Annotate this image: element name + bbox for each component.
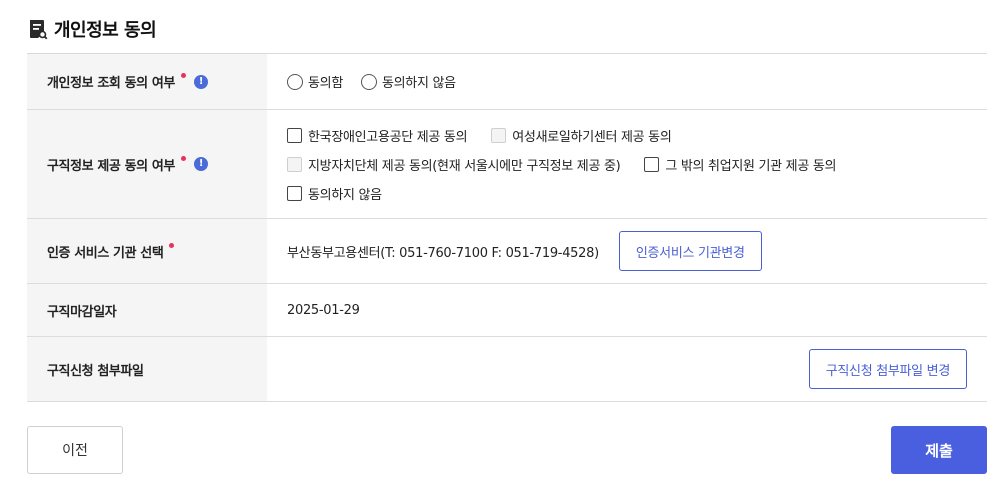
checkbox-disabled	[287, 156, 302, 172]
required-indicator	[169, 242, 175, 248]
row-attachment: 구직신청 첨부파일 구직신청 첨부파일 변경	[27, 337, 987, 402]
certification-agency-value: 부산동부고용센터(T: 051-760-7100 F: 051-719-4528…	[287, 245, 599, 261]
row-header: 인증 서비스 기관 선택	[27, 219, 267, 283]
document-search-icon	[28, 18, 48, 40]
required-indicator	[180, 73, 186, 78]
required-indicator	[180, 155, 186, 161]
radio-option-agree[interactable]: 동의함	[287, 72, 343, 91]
row-header: 구직마감일자	[27, 284, 267, 336]
checkbox[interactable]	[644, 156, 660, 172]
info-icon[interactable]: !	[193, 157, 208, 171]
row-inquiry-consent: 개인정보 조회 동의 여부 ! 동의함 동의하지 않음	[27, 54, 987, 110]
prev-button[interactable]: 이전	[27, 426, 123, 474]
radio-option-disagree[interactable]: 동의하지 않음	[360, 72, 456, 91]
checkbox-label: 지방자치단체 제공 동의(현재 서울시에만 구직정보 제공 중)	[308, 158, 621, 174]
checkbox-option-disagree[interactable]: 동의하지 않음	[287, 184, 382, 203]
row-content: 부산동부고용센터(T: 051-760-7100 F: 051-719-4528…	[267, 219, 987, 283]
info-icon[interactable]: !	[193, 74, 208, 89]
row-deadline: 구직마감일자 2025-01-29	[27, 284, 987, 337]
checkbox-option-women-center: 여성새로일하기센터 제공 동의	[491, 126, 672, 145]
row-content: 동의함 동의하지 않음	[267, 54, 987, 109]
checkbox-option-disabled-agency[interactable]: 한국장애인고용공단 제공 동의	[287, 126, 468, 145]
row-header: 구직신청 첨부파일	[27, 337, 267, 401]
row-provide-consent: 구직정보 제공 동의 여부 ! 한국장애인고용공단 제공 동의 여성새로일하기센…	[27, 110, 987, 219]
change-certification-agency-button[interactable]: 인증서비스 기관변경	[618, 231, 762, 271]
radio-label: 동의함	[308, 76, 343, 91]
radio-button[interactable]	[360, 73, 377, 90]
row-label: 구직정보 제공 동의 여부	[47, 158, 175, 174]
checkbox-label: 한국장애인고용공단 제공 동의	[308, 129, 468, 145]
row-label: 구직마감일자	[47, 304, 117, 320]
section-header: 개인정보 동의	[28, 16, 157, 42]
row-label: 인증 서비스 기관 선택	[47, 245, 164, 261]
checkbox-label: 동의하지 않음	[308, 187, 382, 203]
section-title: 개인정보 동의	[54, 20, 157, 41]
checkbox-disabled	[491, 127, 507, 143]
checkbox[interactable]	[287, 185, 302, 201]
row-label: 구직신청 첨부파일	[47, 363, 144, 379]
provide-checkbox-group: 한국장애인고용공단 제공 동의 여성새로일하기센터 제공 동의 지방자치단체 제…	[287, 109, 836, 220]
deadline-value: 2025-01-29	[287, 302, 360, 318]
checkbox-label: 여성새로일하기센터 제공 동의	[512, 129, 672, 145]
row-content: 2025-01-29	[267, 284, 987, 336]
checkbox-option-local-government: 지방자치단체 제공 동의(현재 서울시에만 구직정보 제공 중)	[287, 155, 621, 174]
row-header: 개인정보 조회 동의 여부 !	[27, 54, 267, 109]
row-content: 구직신청 첨부파일 변경	[267, 337, 987, 401]
change-attachment-button[interactable]: 구직신청 첨부파일 변경	[808, 349, 967, 389]
radio-label: 동의하지 않음	[381, 76, 456, 91]
row-label: 개인정보 조회 동의 여부	[47, 76, 175, 91]
checkbox-line: 한국장애인고용공단 제공 동의 여성새로일하기센터 제공 동의	[287, 126, 836, 145]
consent-form-table: 개인정보 조회 동의 여부 ! 동의함 동의하지 않음 구직정보 제공 동의 여…	[27, 53, 987, 402]
checkbox-label: 그 밖의 취업지원 기관 제공 동의	[665, 158, 837, 174]
checkbox-line: 동의하지 않음	[287, 184, 836, 203]
row-header: 구직정보 제공 동의 여부 !	[27, 110, 267, 218]
inquiry-radio-group: 동의함 동의하지 않음	[287, 72, 456, 91]
checkbox-line: 지방자치단체 제공 동의(현재 서울시에만 구직정보 제공 중) 그 밖의 취업…	[287, 155, 836, 174]
checkbox[interactable]	[287, 127, 302, 143]
radio-button[interactable]	[287, 73, 303, 90]
submit-button[interactable]: 제출	[891, 426, 987, 474]
row-certification-agency: 인증 서비스 기관 선택 부산동부고용센터(T: 051-760-7100 F:…	[27, 219, 987, 284]
row-content: 한국장애인고용공단 제공 동의 여성새로일하기센터 제공 동의 지방자치단체 제…	[267, 110, 987, 218]
checkbox-option-other-agencies[interactable]: 그 밖의 취업지원 기관 제공 동의	[644, 155, 836, 174]
